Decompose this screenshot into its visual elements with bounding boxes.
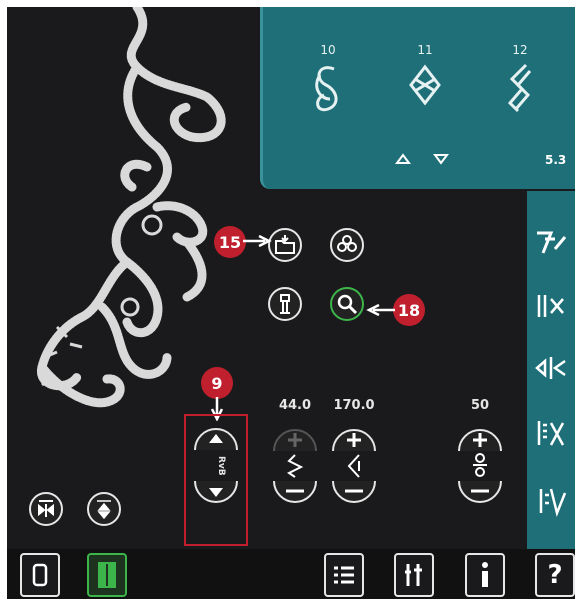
tension-tool-icon[interactable] (533, 417, 569, 451)
settings-tab[interactable] (394, 553, 434, 597)
stitch-number: 11 (417, 43, 433, 57)
density-increase-button[interactable] (457, 421, 503, 451)
mirror-tool-icon[interactable] (533, 291, 569, 321)
callout-9: 9 (201, 367, 233, 399)
width-decrease-button[interactable] (272, 481, 318, 511)
mirror-side-icon (38, 500, 54, 517)
reverse-label: RvB (216, 456, 226, 476)
stitch-tool-icon[interactable] (533, 227, 569, 257)
density-value: 50 (470, 398, 490, 413)
presser-foot-icon (280, 294, 290, 314)
info-icon (482, 562, 488, 587)
embroidery-stitch-out-tab[interactable] (87, 553, 127, 597)
help-tab[interactable]: ? (535, 553, 575, 597)
callout-arrow (366, 304, 395, 316)
scroll-down-icon[interactable] (433, 153, 449, 165)
reverse-up-button[interactable] (193, 420, 239, 450)
flower-stitch-icon (337, 235, 357, 252)
bottom-toolbar: ? (7, 549, 575, 599)
stitch-number: 10 (320, 43, 336, 57)
zigzag-chain-stitch-icon[interactable] (500, 59, 540, 121)
density-decrease-button[interactable] (457, 481, 503, 511)
embroidery-edit-tab[interactable] (20, 553, 60, 597)
callout-arrow (243, 235, 272, 247)
scroll-up-icon[interactable] (395, 153, 411, 165)
tools-icon (405, 564, 422, 586)
diamond-loop-stitch-icon[interactable] (405, 63, 445, 113)
folder-icon (275, 235, 295, 254)
thread-tension-icon (473, 453, 487, 477)
callout-15: 15 (214, 226, 246, 258)
callout-18: 18 (393, 294, 425, 326)
zoom-button[interactable] (330, 287, 364, 321)
length-increase-button[interactable] (331, 421, 377, 451)
stitch-width-value: 44.0 (278, 398, 312, 413)
presser-foot-button[interactable] (268, 287, 302, 321)
bobbin-button[interactable] (29, 492, 63, 526)
loop-stitch-icon[interactable] (308, 59, 348, 121)
hoop-icon (32, 563, 48, 587)
stitch-selection-panel: 10 11 12 5.3 (260, 7, 575, 189)
file-menu-button[interactable] (268, 228, 302, 262)
help-icon: ? (547, 560, 563, 590)
selection-menu-tab[interactable] (324, 553, 364, 597)
reverse-down-button[interactable] (193, 481, 239, 511)
length-decrease-button[interactable] (331, 481, 377, 511)
magnifier-icon (337, 294, 358, 315)
embroidery-screen: 10 11 12 5.3 15 18 9 44.0 170.0 50 RvB ? (7, 7, 575, 599)
stitch-width-icon (287, 454, 304, 478)
stitch-number: 12 (512, 43, 528, 57)
info-tab[interactable] (465, 553, 505, 597)
presser-foot-lift-button[interactable] (87, 492, 121, 526)
list-menu-icon (334, 566, 354, 584)
stitch-menu-button[interactable] (330, 228, 364, 262)
right-tool-column (527, 191, 575, 551)
width-increase-button[interactable] (272, 421, 318, 451)
stitch-length-icon (347, 454, 360, 478)
balance-tool-icon[interactable] (533, 353, 569, 383)
presser-foot-lift-icon (97, 500, 111, 520)
stitch-panel-value: 5.3 (545, 153, 567, 167)
stitch-length-value: 170.0 (333, 398, 375, 413)
stitch-out-icon (98, 562, 116, 588)
needle-tool-icon[interactable] (533, 485, 569, 519)
